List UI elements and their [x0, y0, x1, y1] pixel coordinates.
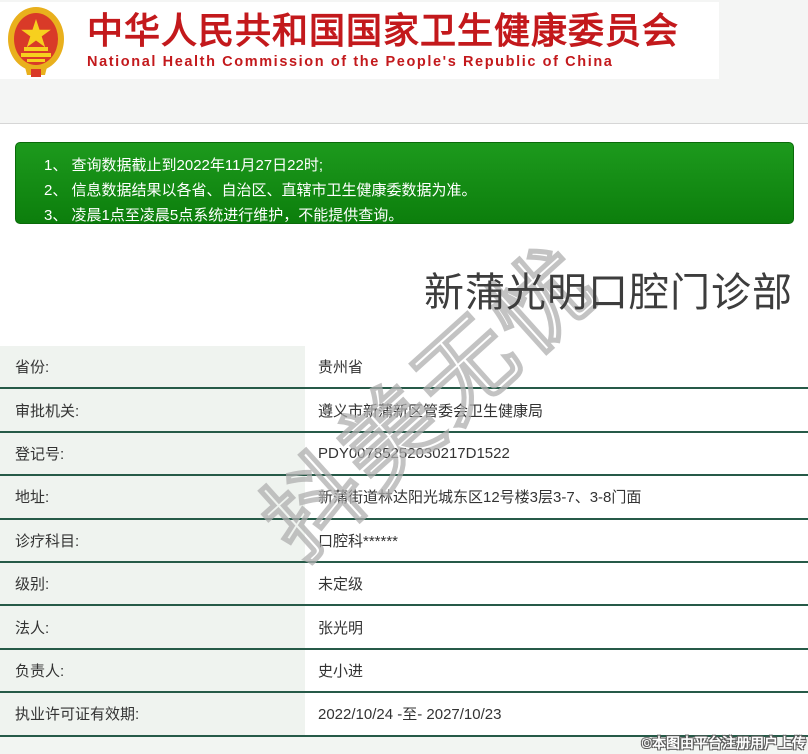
notice-line-2: 2、 信息数据结果以各省、自治区、直辖市卫生健康委数据为准。: [44, 182, 477, 199]
row-value: 未定级: [305, 562, 808, 605]
row-value: 新蒲街道林达阳光城东区12号楼3层3-7、3-8门面: [305, 476, 808, 518]
row-label: 法人:: [0, 606, 305, 648]
row-label: 诊疗科目:: [0, 519, 305, 561]
table-row: 法人: 张光明: [0, 606, 808, 650]
row-label: 级别:: [0, 562, 305, 605]
table-row: 审批机关: 遵义市新蒲新区管委会卫生健康局: [0, 389, 808, 433]
table-row: 负责人: 史小进: [0, 649, 808, 694]
row-value: 张光明: [305, 606, 808, 648]
notice-box: 1、 查询数据截止到2022年11月27日22时; 2、 信息数据结果以各省、自…: [15, 142, 794, 224]
china-national-emblem-icon: [5, 5, 67, 77]
row-label: 省份:: [0, 346, 305, 388]
details-table: 省份: 贵州省 审批机关: 遵义市新蒲新区管委会卫生健康局 登记号: PDY00…: [0, 346, 808, 737]
table-row: 执业许可证有效期: 2022/10/24 -至- 2027/10/23: [0, 693, 808, 737]
row-label: 执业许可证有效期:: [0, 693, 305, 735]
header-titles: 中华人民共和国国家卫生健康委员会 National Health Commiss…: [87, 9, 680, 70]
row-value: 遵义市新蒲新区管委会卫生健康局: [305, 389, 808, 431]
notice-line-3: 3、 凌晨1点至凌晨5点系统进行维护，不能提供查询。: [44, 207, 404, 224]
notice-line-1: 1、 查询数据截止到2022年11月27日22时;: [44, 157, 323, 174]
row-label: 地址:: [0, 476, 305, 518]
table-row: 省份: 贵州省: [0, 346, 808, 390]
site-header: 中华人民共和国国家卫生健康委员会 National Health Commiss…: [0, 2, 719, 79]
query-result-page: 中华人民共和国国家卫生健康委员会 National Health Commiss…: [0, 0, 808, 754]
row-value: PDY00785252030217D1522: [305, 432, 808, 475]
row-value: 2022/10/24 -至- 2027/10/23: [305, 693, 808, 735]
row-label: 登记号:: [0, 432, 305, 475]
header-title-cn: 中华人民共和国国家卫生健康委员会: [87, 9, 680, 51]
table-row: 地址: 新蒲街道林达阳光城东区12号楼3层3-7、3-8门面: [0, 476, 808, 520]
table-row: 诊疗科目: 口腔科******: [0, 519, 808, 563]
institution-name-title: 新蒲光明口腔门诊部: [424, 271, 793, 315]
table-row: 登记号: PDY00785252030217D1522: [0, 432, 808, 477]
row-value: 口腔科******: [305, 519, 808, 561]
row-value: 史小进: [305, 649, 808, 692]
header-title-en: National Health Commission of the People…: [87, 53, 614, 70]
footer-strip: [0, 737, 808, 754]
row-label: 负责人:: [0, 649, 305, 692]
row-label: 审批机关:: [0, 389, 305, 431]
row-value: 贵州省: [305, 346, 808, 388]
table-row: 级别: 未定级: [0, 562, 808, 607]
